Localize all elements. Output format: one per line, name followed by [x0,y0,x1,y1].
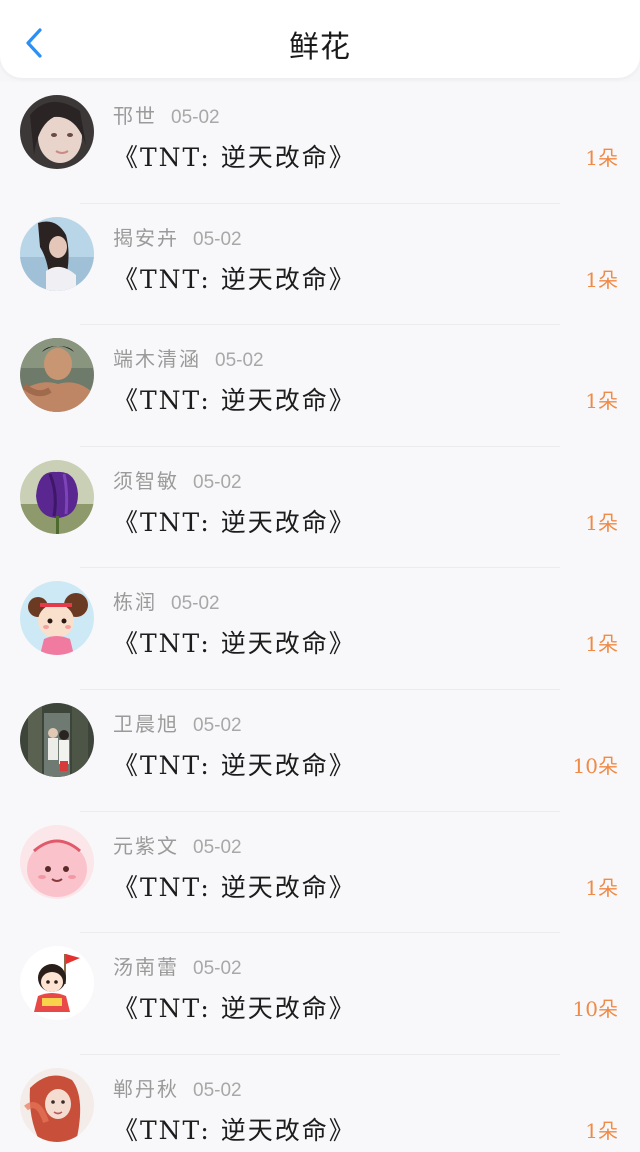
sender-name: 汤南蕾 [113,955,179,980]
sender-name: 栋润 [113,590,157,615]
list-item[interactable]: 栋润 05-02 《TNT: 逆天改命》 1朵 [0,568,640,690]
page-title: 鲜花 [289,30,351,65]
date: 05-02 [215,350,264,372]
list-item[interactable]: 揭安卉 05-02 《TNT: 逆天改命》 1朵 [0,203,640,326]
avatar[interactable] [20,216,94,291]
avatar[interactable] [20,459,94,534]
date: 05-02 [193,471,242,493]
flower-count: 1朵 [585,267,618,292]
list-item[interactable]: 邗世 05-02 《TNT: 逆天改命》 1朵 [0,82,640,204]
list-item[interactable]: 卫晨旭 05-02 《TNT: 逆天改命》 10朵 [0,689,640,812]
flower-count: 1朵 [585,875,618,900]
book-title: 《TNT: 逆天改命》 [113,629,356,659]
sender-name: 元紫文 [113,833,179,858]
book-title: 《TNT: 逆天改命》 [113,264,356,294]
avatar[interactable] [20,702,94,777]
item-meta: 邗世 05-02 [113,100,220,129]
avatar[interactable] [20,338,94,413]
book-title: 《TNT: 逆天改命》 [113,872,356,902]
date: 05-02 [193,1079,242,1101]
item-meta: 端木清涵 05-02 [113,343,264,372]
list-item[interactable]: 汤南蕾 05-02 《TNT: 逆天改命》 10朵 [0,933,640,1055]
sender-name: 郸丹秋 [113,1076,179,1101]
flower-count: 1朵 [585,389,618,414]
avatar[interactable] [20,581,94,656]
date: 05-02 [171,107,220,128]
flower-count: 1朵 [585,1118,618,1143]
list-item[interactable]: 端木清涵 05-02 《TNT: 逆天改命》 1朵 [0,325,640,447]
list-item[interactable]: 须智敏 05-02 《TNT: 逆天改命》 1朵 [0,446,640,569]
flower-count: 1朵 [585,632,618,657]
gift-list: 邗世 05-02 《TNT: 逆天改命》 1朵 揭安卉 05-02 《TNT: 逆天… [0,82,640,1152]
avatar[interactable] [20,1067,94,1142]
book-title: 《TNT: 逆天改命》 [113,143,356,172]
top-bar: 鲜花 [0,0,640,78]
flower-count: 10朵 [572,997,618,1022]
item-meta: 元紫文 05-02 [113,830,242,859]
book-title: 《TNT: 逆天改命》 [113,507,356,537]
book-title: 《TNT: 逆天改命》 [113,386,356,416]
item-meta: 郸丹秋 05-02 [113,1073,242,1102]
item-meta: 揭安卉 05-02 [113,222,242,251]
book-title: 《TNT: 逆天改命》 [113,1115,356,1145]
sender-name: 卫晨旭 [113,711,179,736]
sender-name: 端木清涵 [113,347,201,372]
date: 05-02 [193,714,242,736]
avatar[interactable] [20,946,94,1021]
avatar[interactable] [20,824,94,899]
date: 05-02 [193,958,242,980]
list-item[interactable]: 元紫文 05-02 《TNT: 逆天改命》 1朵 [0,811,640,934]
item-meta: 汤南蕾 05-02 [113,951,242,980]
sender-name: 揭安卉 [113,225,179,250]
flower-count: 1朵 [585,510,618,535]
date: 05-02 [193,836,242,858]
book-title: 《TNT: 逆天改命》 [113,750,356,780]
sender-name: 须智敏 [113,468,179,493]
flower-count: 10朵 [572,753,618,778]
sender-name: 邗世 [113,104,157,128]
flower-count: 1朵 [585,146,618,170]
book-title: 《TNT: 逆天改命》 [113,994,356,1024]
flowers-page: 鲜花 邗世 05-02 《TNT: 逆天改命》 1朵 揭安卉 05-02 《TN… [0,0,640,1152]
item-meta: 栋润 05-02 [113,586,220,615]
item-meta: 卫晨旭 05-02 [113,708,242,737]
date: 05-02 [193,228,242,250]
item-meta: 须智敏 05-02 [113,465,242,494]
avatar[interactable] [20,95,94,169]
date: 05-02 [171,593,220,615]
list-item[interactable]: 郸丹秋 05-02 《TNT: 逆天改命》 1朵 [0,1054,640,1152]
